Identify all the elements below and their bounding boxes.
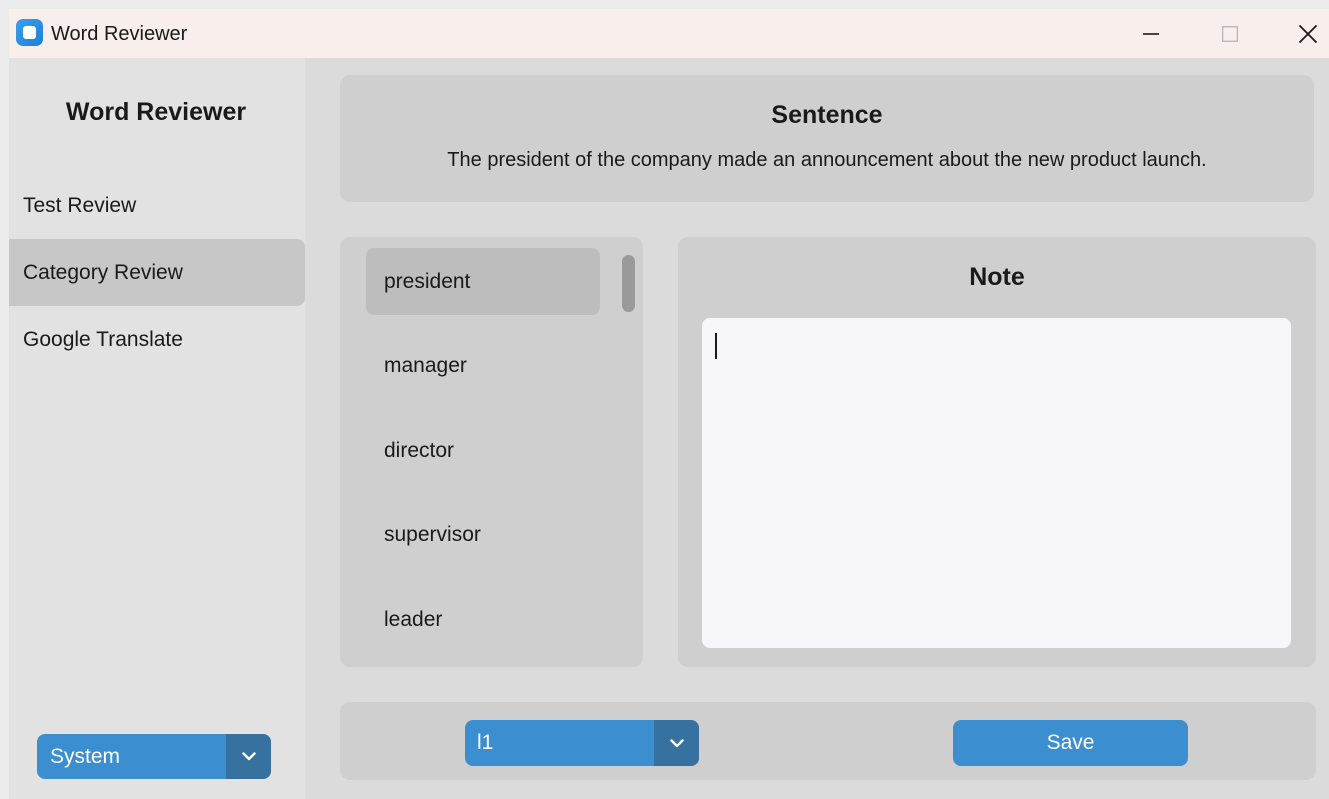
sidebar: Word Reviewer Test Review Category Revie… <box>9 58 305 799</box>
word-list: president manager director supervisor le… <box>340 237 643 667</box>
text-cursor <box>715 333 717 359</box>
word-label: director <box>384 438 455 462</box>
maximize-icon <box>1222 25 1238 42</box>
word-item-president[interactable]: president <box>366 248 600 315</box>
category-value: l1 <box>477 731 494 754</box>
appearance-mode-select[interactable]: System <box>37 734 271 779</box>
sidebar-item-test-review[interactable]: Test Review <box>9 172 305 239</box>
app-icon <box>16 19 43 46</box>
appearance-mode-value: System <box>50 745 121 768</box>
sidebar-item-label: Category Review <box>23 260 183 284</box>
close-button[interactable] <box>1277 9 1329 58</box>
chevron-down-icon <box>241 752 256 761</box>
word-item-leader[interactable]: leader <box>366 586 600 653</box>
chevron-down-icon <box>669 738 684 747</box>
close-icon <box>1299 24 1317 43</box>
sidebar-item-google-translate[interactable]: Google Translate <box>9 306 305 373</box>
save-button[interactable]: Save <box>953 720 1188 766</box>
note-panel: Note <box>678 237 1316 667</box>
appearance-mode-dropdown-button[interactable] <box>226 734 271 779</box>
word-item-manager[interactable]: manager <box>366 332 600 399</box>
sentence-text: The president of the company made an ann… <box>447 149 1207 171</box>
word-label: president <box>384 269 471 293</box>
sidebar-item-label: Test Review <box>23 193 137 217</box>
word-label: supervisor <box>384 522 481 546</box>
note-title: Note <box>969 263 1025 291</box>
minimize-icon <box>1143 32 1159 35</box>
sentence-panel: Sentence The president of the company ma… <box>340 75 1314 202</box>
sidebar-title: Word Reviewer <box>65 98 247 126</box>
minimize-button[interactable] <box>1120 9 1182 58</box>
word-item-director[interactable]: director <box>366 417 600 484</box>
window-title: Word Reviewer <box>51 23 188 45</box>
sidebar-item-label: Google Translate <box>23 327 183 351</box>
category-dropdown-button[interactable] <box>654 720 699 766</box>
title-bar: Word Reviewer <box>9 9 1329 58</box>
word-list-scrollbar[interactable] <box>622 255 635 312</box>
category-select[interactable]: l1 <box>465 720 699 766</box>
app-window: Word Reviewer Word Reviewer Test Review … <box>9 9 1329 799</box>
word-item-supervisor[interactable]: supervisor <box>366 501 600 568</box>
bottom-toolbar: l1 Save <box>340 702 1316 780</box>
word-label: leader <box>384 607 443 631</box>
sidebar-item-category-review[interactable]: Category Review <box>9 239 305 306</box>
sentence-title: Sentence <box>771 101 883 129</box>
note-textarea[interactable] <box>702 318 1291 648</box>
word-label: manager <box>384 353 467 377</box>
maximize-button[interactable] <box>1199 9 1261 58</box>
